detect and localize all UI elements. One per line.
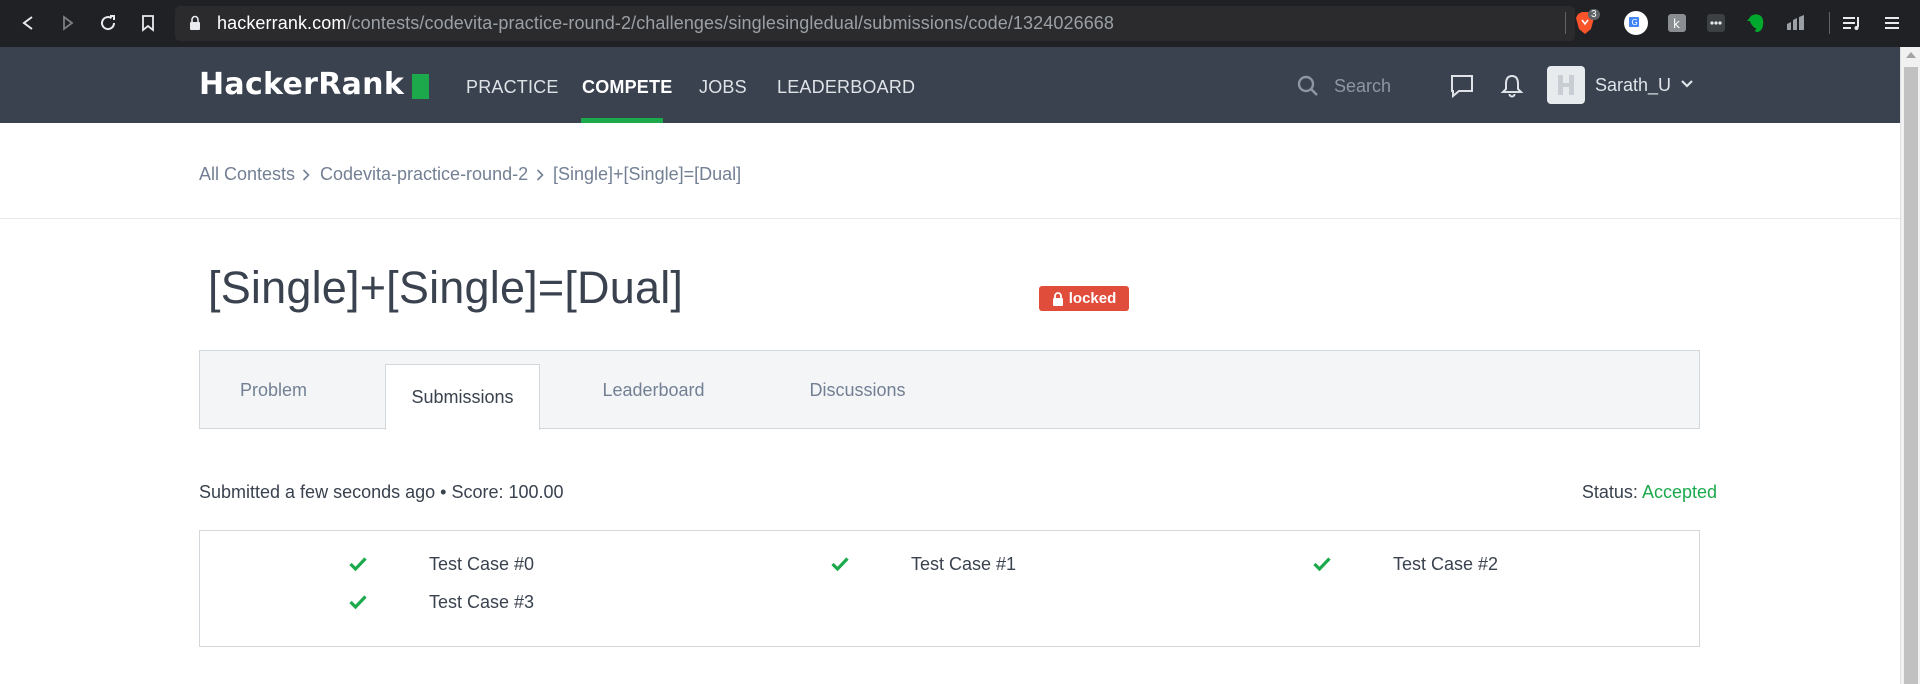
submission-status: Status: Accepted [1582,482,1717,503]
breadcrumb: All Contests Codevita-practice-round-2 [… [0,123,1900,219]
forward-icon [63,15,74,31]
nav-practice[interactable]: PRACTICE [466,77,559,98]
brave-badge-count: 3 [1588,9,1600,20]
breadcrumb-contest[interactable]: Codevita-practice-round-2 [320,164,528,185]
locked-badge-label: locked [1068,290,1117,307]
check-icon [349,557,367,572]
bookmark-icon [142,15,154,32]
bookmark-button[interactable] [133,8,163,38]
user-avatar[interactable] [1547,66,1585,104]
tab-problem[interactable]: Problem [200,351,347,429]
test-case-2[interactable]: Test Case #2 [1393,554,1498,575]
url-host: hackerrank.com [217,13,347,33]
url-path: /contests/codevita-practice-round-2/chal… [346,13,1115,33]
padlock-icon [1052,291,1063,306]
search-icon[interactable] [1296,74,1320,98]
notifications-bell-icon[interactable] [1500,73,1524,99]
nav-jobs[interactable]: JOBS [699,77,747,98]
browser-menu-button[interactable] [1879,10,1905,36]
tab-leaderboard[interactable]: Leaderboard [577,351,730,429]
breadcrumb-all-contests[interactable]: All Contests [199,164,295,185]
submission-summary: Submitted a few seconds ago • Score: 100… [199,482,564,502]
svg-text:k: k [1673,17,1680,31]
bar-graph-icon [1787,15,1804,30]
ellipsis-extension-icon [1707,14,1725,32]
translate-icon: G [1624,11,1648,35]
tab-discussions[interactable]: Discussions [781,351,934,429]
check-icon [349,595,367,610]
test-cases-panel: Test Case #0 Test Case #1 Test Case #2 T… [199,530,1700,647]
nav-compete[interactable]: COMPETE [582,77,672,98]
extension-r-icon: k [1668,14,1686,32]
check-icon [831,557,849,572]
breadcrumb-chevron-icon [302,169,310,181]
breadcrumb-challenge[interactable]: [Single]+[Single]=[Dual] [553,164,741,185]
forward-button[interactable] [53,8,83,38]
locked-badge: locked [1039,286,1129,311]
check-icon [1313,557,1331,572]
reading-list-icon [1843,17,1859,30]
test-case-0[interactable]: Test Case #0 [429,554,534,575]
breadcrumb-chevron-icon [536,169,544,181]
status-label: Status: [1581,482,1638,502]
reload-icon [101,15,116,31]
evernote-elephant-icon [1747,14,1764,33]
url-text: hackerrank.com/contests/codevita-practic… [217,13,1114,34]
back-button[interactable] [13,8,43,38]
username[interactable]: Sarath_U [1595,75,1671,96]
back-icon [22,16,33,30]
status-accepted: Accepted [1641,482,1717,502]
address-bar[interactable]: hackerrank.com/contests/codevita-practic… [175,6,1575,41]
challenge-title: [Single]+[Single]=[Dual] [208,262,684,313]
avatar-h-icon [1558,75,1574,95]
toolbar-divider-2 [1829,12,1830,34]
test-case-3[interactable]: Test Case #3 [429,592,534,613]
evernote-extension[interactable] [1743,10,1769,36]
reading-list-button[interactable] [1839,10,1865,36]
scrollbar-thumb[interactable] [1904,67,1918,684]
page-scrollbar[interactable] [1900,47,1920,684]
challenge-tabs: Problem Submissions Leaderboard Discussi… [199,350,1700,430]
browser-toolbar: hackerrank.com/contests/codevita-practic… [0,0,1920,47]
tab-submissions[interactable]: Submissions [385,364,540,430]
extension-dots-button[interactable] [1703,10,1729,36]
chevron-down-icon[interactable] [1680,79,1694,89]
nav-leaderboard[interactable]: LEADERBOARD [777,77,915,98]
scroll-up-arrow[interactable] [1906,52,1916,58]
svg-text:G: G [1632,18,1638,27]
lock-icon [190,15,200,30]
hamburger-menu-icon [1885,17,1899,29]
stats-extension[interactable] [1783,10,1809,36]
google-translate-extension[interactable]: G [1623,10,1649,36]
search-input[interactable] [1334,74,1444,98]
brave-shields-button[interactable]: 3 [1572,9,1600,36]
extension-r-button[interactable]: k [1664,10,1690,36]
site-header: HackerRank PRACTICE COMPETE JOBS LEADERB… [0,47,1900,123]
hackerrank-logo[interactable]: HackerRank [199,67,404,102]
logo-green-block [412,74,429,99]
reload-button[interactable] [93,8,123,38]
messages-icon[interactable] [1449,73,1475,99]
test-case-1[interactable]: Test Case #1 [911,554,1016,575]
toolbar-divider [1565,12,1566,34]
